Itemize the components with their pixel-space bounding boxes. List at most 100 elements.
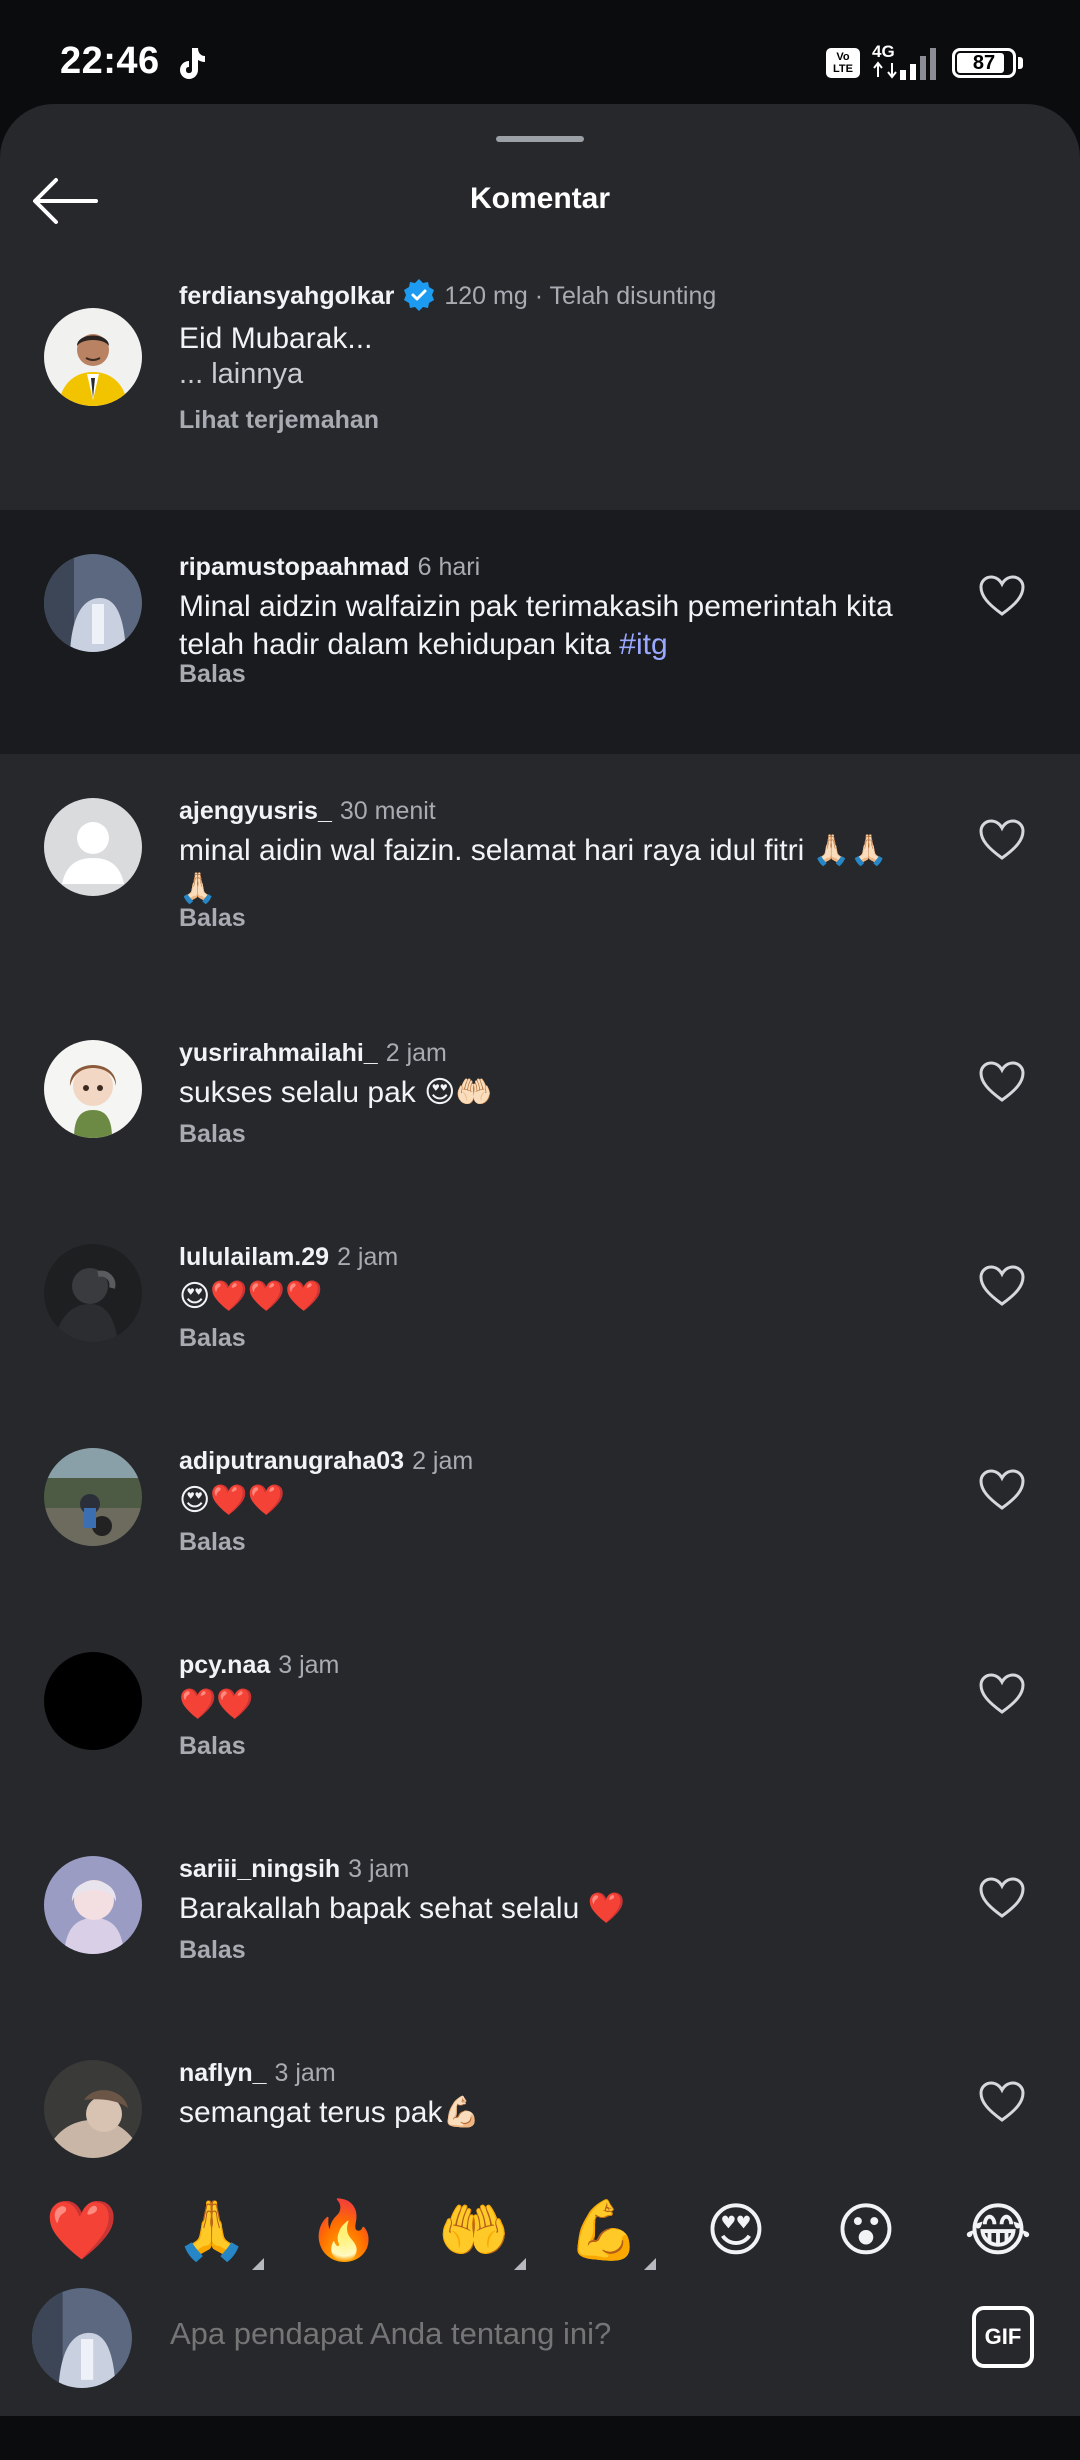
username[interactable]: lululailam.29 bbox=[179, 1243, 329, 1271]
page-title: Komentar bbox=[469, 182, 611, 215]
translate-link[interactable]: Lihat terjemahan bbox=[179, 406, 379, 435]
comment-header: yusrirahmailahi_ 2 jam bbox=[179, 1036, 447, 1070]
battery-nub bbox=[1018, 57, 1023, 69]
comment-item: lululailam.29 2 jam 😍❤️❤️❤️ Balas bbox=[0, 1200, 1080, 1370]
caption-meta: 120 mg · Telah disunting bbox=[444, 282, 717, 310]
heart-icon[interactable] bbox=[978, 1468, 1026, 1512]
comment-time: 2 jam bbox=[412, 1447, 474, 1475]
more-link[interactable]: ... lainnya bbox=[179, 358, 303, 391]
battery-label: 87 bbox=[972, 52, 996, 74]
emoji-heart-eyes-button[interactable]: 😍 bbox=[686, 2184, 786, 2276]
status-bar: 22:46 Vo LTE 4G 87 bbox=[0, 0, 1080, 104]
avatar[interactable] bbox=[44, 2060, 142, 2158]
skin-tone-indicator bbox=[252, 2258, 264, 2270]
comment-header: naflyn_ 3 jam bbox=[179, 2056, 336, 2090]
username[interactable]: sariii_ningsih bbox=[179, 1855, 340, 1883]
avatar[interactable] bbox=[44, 1448, 142, 1546]
heart-icon[interactable] bbox=[978, 2080, 1026, 2124]
username[interactable]: naflyn_ bbox=[179, 2059, 267, 2087]
heart-icon[interactable] bbox=[978, 818, 1026, 862]
comment-time: 3 jam bbox=[348, 1855, 410, 1883]
avatar[interactable] bbox=[44, 1652, 142, 1750]
avatar[interactable] bbox=[44, 308, 142, 406]
heart-icon[interactable] bbox=[978, 1876, 1026, 1920]
emoji-fire-icon: 🔥 bbox=[307, 2196, 381, 2264]
reply-button[interactable]: Balas bbox=[179, 904, 246, 933]
emoji-muscle-icon: 💪 bbox=[567, 2196, 641, 2264]
comment-item: pcy.naa 3 jam ❤️❤️ Balas bbox=[0, 1608, 1080, 1778]
avatar[interactable] bbox=[44, 1040, 142, 1138]
avatar[interactable] bbox=[44, 554, 142, 652]
comment-item: ripamustopaahmad 6 hari Minal aidzin walf… bbox=[0, 510, 1080, 754]
comment-item: naflyn_ 3 jam semangat terus pak💪🏻 bbox=[0, 2016, 1080, 2170]
post-caption: ferdiansyahgolkar 120 mg · Telah disuntin… bbox=[0, 254, 1080, 508]
comment-time: 6 hari bbox=[417, 553, 481, 581]
reply-button[interactable]: Balas bbox=[179, 1528, 246, 1557]
comment-composer: GIF bbox=[0, 2280, 1080, 2416]
comment-input[interactable] bbox=[170, 2316, 930, 2352]
comment-time: 3 jam bbox=[274, 2059, 336, 2087]
username[interactable]: ripamustopaahmad bbox=[179, 553, 410, 581]
username[interactable]: yusrirahmailahi_ bbox=[179, 1039, 378, 1067]
reply-button[interactable]: Balas bbox=[179, 1324, 246, 1353]
emoji-pray-button[interactable]: 🙏 bbox=[162, 2184, 264, 2276]
emoji-heart-eyes-icon: 😍 bbox=[705, 2196, 767, 2264]
username[interactable]: adiputranugraha03 bbox=[179, 1447, 404, 1475]
emoji-surprised-icon: 😮 bbox=[835, 2196, 897, 2264]
avatar[interactable] bbox=[44, 1244, 142, 1342]
comment-header: ajengyusris_ 30 menit bbox=[179, 794, 436, 828]
battery-icon: 87 bbox=[952, 48, 1016, 78]
emoji-quick-bar: ❤️ 🙏 🔥 🤲 💪 😍 😮 😂 bbox=[0, 2170, 1080, 2280]
avatar[interactable] bbox=[32, 2288, 132, 2388]
comment-header: lululailam.29 2 jam bbox=[179, 1240, 398, 1274]
reply-button[interactable]: Balas bbox=[179, 1732, 246, 1761]
system-nav-area bbox=[0, 2416, 1080, 2460]
reply-button[interactable]: Balas bbox=[179, 1936, 246, 1965]
comments-sheet: Komentar ferdiansyahgolkar 120 mg · Telah… bbox=[0, 104, 1080, 2460]
username[interactable]: ajengyusris_ bbox=[179, 797, 332, 825]
skin-tone-indicator bbox=[644, 2258, 656, 2270]
hashtag-link[interactable]: #itg bbox=[619, 628, 667, 661]
comment-text: Minal aidzin walfaizin pak terimakasih p… bbox=[179, 588, 919, 664]
comment-text-body: Minal aidzin walfaizin pak terimakasih p… bbox=[179, 590, 893, 661]
tiktok-icon bbox=[180, 48, 205, 79]
reply-button[interactable]: Balas bbox=[179, 660, 246, 689]
comment-text: ❤️❤️ bbox=[179, 1688, 254, 1721]
gif-button[interactable]: GIF bbox=[972, 2306, 1034, 2368]
comment-header: pcy.naa 3 jam bbox=[179, 1648, 339, 1682]
heart-icon[interactable] bbox=[978, 1264, 1026, 1308]
emoji-laugh-button[interactable]: 😂 bbox=[948, 2184, 1048, 2276]
comment-text: 😍❤️❤️❤️ bbox=[179, 1280, 323, 1313]
comment-time: 3 jam bbox=[278, 1651, 340, 1679]
emoji-palms-icon: 🤲 bbox=[437, 2196, 511, 2264]
avatar[interactable] bbox=[44, 1856, 142, 1954]
emoji-palms-button[interactable]: 🤲 bbox=[424, 2184, 526, 2276]
drag-handle[interactable] bbox=[496, 136, 584, 142]
comment-text: Barakallah bapak sehat selalu ❤️ bbox=[179, 1892, 625, 1925]
heart-icon[interactable] bbox=[978, 1060, 1026, 1104]
caption-header: ferdiansyahgolkar 120 mg · Telah disuntin… bbox=[179, 278, 716, 313]
status-time: 22:46 bbox=[60, 40, 160, 82]
skin-tone-indicator bbox=[514, 2258, 526, 2270]
comment-header: ripamustopaahmad 6 hari bbox=[179, 550, 480, 584]
heart-icon[interactable] bbox=[978, 574, 1026, 618]
comment-header: adiputranugraha03 2 jam bbox=[179, 1444, 473, 1478]
username[interactable]: ferdiansyahgolkar bbox=[179, 282, 394, 310]
comment-time: 2 jam bbox=[337, 1243, 399, 1271]
emoji-heart-button[interactable]: ❤️ bbox=[32, 2184, 132, 2276]
emoji-fire-button[interactable]: 🔥 bbox=[294, 2184, 394, 2276]
comment-text: 😍❤️❤️ bbox=[179, 1484, 285, 1517]
comment-item: yusrirahmailahi_ 2 jam sukses selalu pak … bbox=[0, 996, 1080, 1166]
network-label: 4G bbox=[872, 42, 895, 61]
avatar[interactable] bbox=[44, 798, 142, 896]
comment-header: sariii_ningsih 3 jam bbox=[179, 1852, 409, 1886]
comment-item: ajengyusris_ 30 menit minal aidin wal fai… bbox=[0, 754, 1080, 958]
username[interactable]: pcy.naa bbox=[179, 1651, 270, 1679]
comment-time: 2 jam bbox=[385, 1039, 447, 1067]
heart-icon[interactable] bbox=[978, 1672, 1026, 1716]
emoji-muscle-button[interactable]: 💪 bbox=[554, 2184, 656, 2276]
emoji-surprised-button[interactable]: 😮 bbox=[816, 2184, 916, 2276]
verified-badge-icon bbox=[404, 279, 435, 311]
comment-item: adiputranugraha03 2 jam 😍❤️❤️ Balas bbox=[0, 1404, 1080, 1574]
reply-button[interactable]: Balas bbox=[179, 1120, 246, 1149]
